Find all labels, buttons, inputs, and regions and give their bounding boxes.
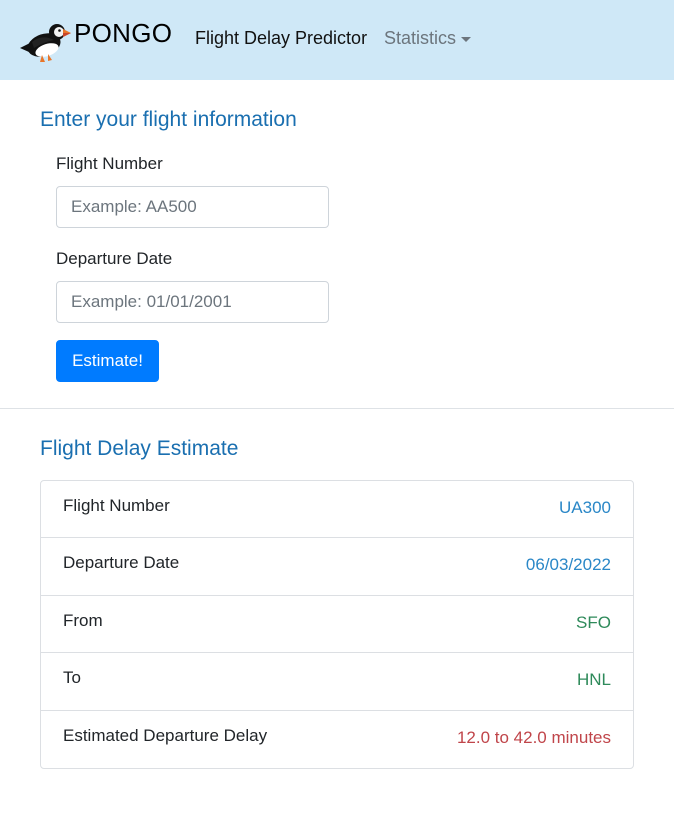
flight-number-input[interactable] bbox=[56, 186, 329, 228]
result-value-to: HNL bbox=[576, 670, 611, 690]
result-label: From bbox=[63, 610, 103, 630]
result-row-estimated-delay: Estimated Departure Delay 12.0 to 42.0 m… bbox=[41, 711, 633, 768]
top-navbar: PONGO Flight Delay Predictor Statistics bbox=[0, 0, 674, 80]
result-row-flight-number: Flight Number UA300 bbox=[41, 481, 633, 539]
result-list: Flight Number UA300 Departure Date 06/03… bbox=[40, 480, 634, 769]
brand-link[interactable]: PONGO bbox=[16, 12, 172, 66]
departure-date-label: Departure Date bbox=[56, 249, 173, 268]
result-label: Flight Number bbox=[63, 496, 170, 515]
result-value-estimated-delay: 12.0 to 42.0 minutes bbox=[456, 727, 611, 747]
result-row-departure-date: Departure Date 06/03/2022 bbox=[41, 538, 633, 596]
result-value-flight-number: UA300 bbox=[559, 498, 611, 517]
result-label: Departure Date bbox=[63, 553, 180, 573]
departure-date-input[interactable] bbox=[56, 281, 329, 323]
puffin-logo-icon bbox=[20, 24, 71, 62]
statistics-dropdown[interactable]: Statistics bbox=[384, 28, 472, 49]
result-row-to: To HNL bbox=[41, 653, 633, 711]
form-title: Enter your flight information bbox=[40, 108, 297, 131]
result-row-from: From SFO bbox=[41, 596, 633, 654]
section-divider bbox=[0, 408, 674, 409]
result-title: Flight Delay Estimate bbox=[40, 437, 239, 460]
flight-number-label: Flight Number bbox=[56, 154, 163, 173]
nav-flight-delay-predictor-link[interactable]: Flight Delay Predictor bbox=[195, 28, 367, 49]
result-value-from: SFO bbox=[576, 612, 611, 632]
result-label: To bbox=[63, 668, 81, 688]
statistics-dropdown-label: Statistics bbox=[384, 28, 457, 48]
caret-down-icon bbox=[461, 36, 472, 42]
estimate-button[interactable]: Estimate! bbox=[56, 340, 159, 382]
result-value-departure-date: 06/03/2022 bbox=[525, 555, 611, 575]
brand-name: PONGO bbox=[74, 18, 173, 48]
result-label: Estimated Departure Delay bbox=[63, 725, 268, 745]
